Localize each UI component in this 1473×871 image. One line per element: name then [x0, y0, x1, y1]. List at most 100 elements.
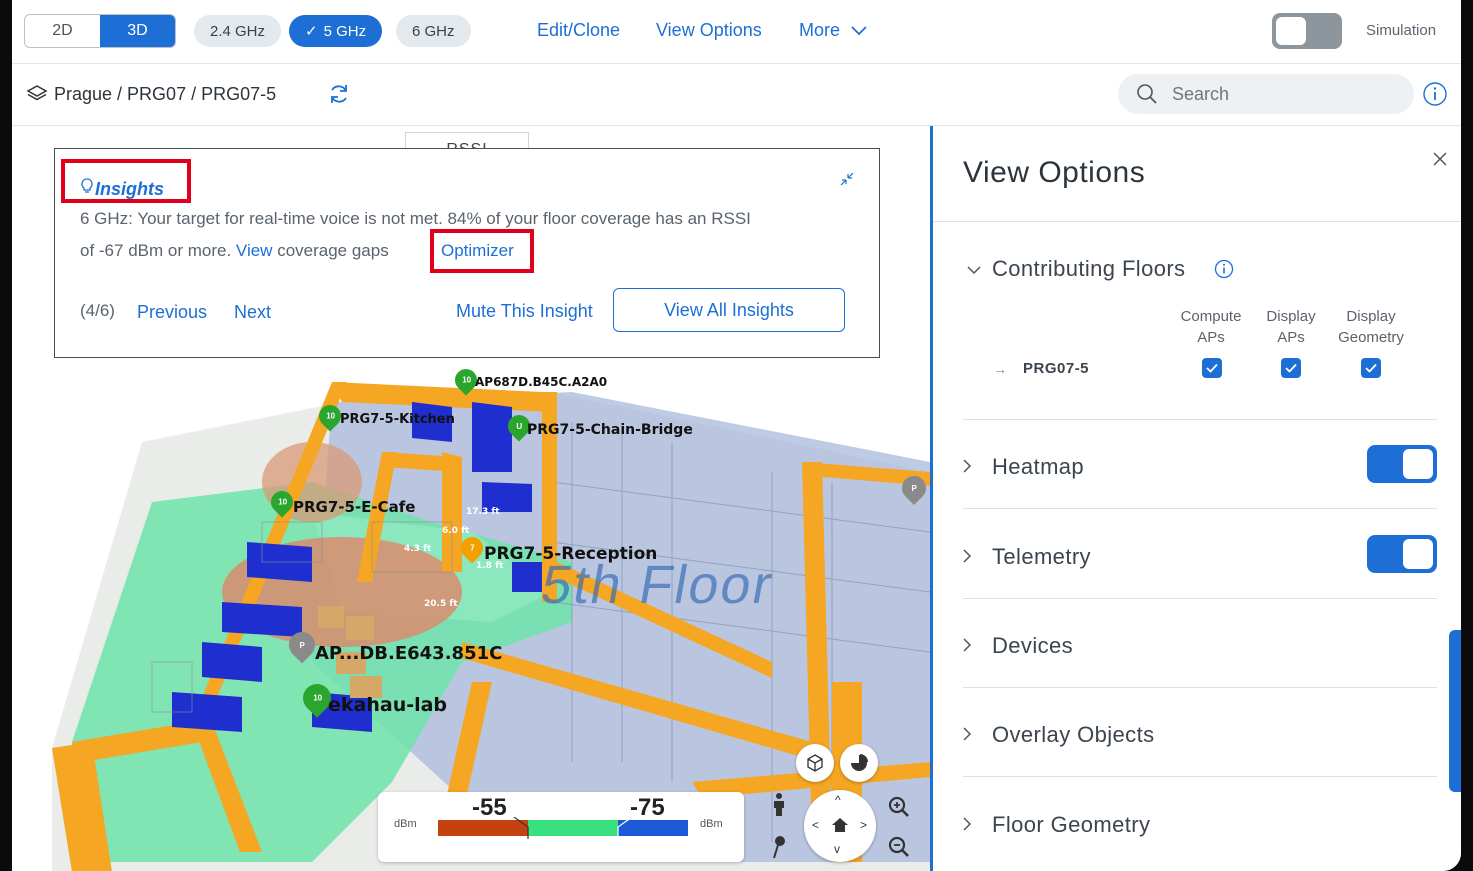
check-icon [1206, 363, 1218, 373]
chart-view-button[interactable] [840, 744, 878, 782]
zoom-in-icon [888, 796, 909, 817]
collapse-icon[interactable] [839, 171, 855, 187]
distance-label: 1.8 ft [476, 561, 504, 571]
chevron-down-icon[interactable] [967, 266, 981, 275]
arrow-icon: → [993, 361, 1007, 377]
insights-card: Insights 6 GHz: Your target for real-tim… [54, 148, 880, 358]
insight-message-line2: of -67 dBm or more. View coverage gaps [80, 241, 389, 261]
search-input[interactable]: Search [1118, 74, 1414, 114]
telemetry-toggle[interactable] [1367, 535, 1437, 573]
previous-insight-link[interactable]: Previous [137, 302, 207, 323]
legend-color-bar [438, 817, 688, 839]
chevron-right-icon [963, 459, 972, 473]
check-icon [1285, 363, 1297, 373]
breadcrumb-bar: Prague / PRG07 / PRG07-5 Search [12, 64, 1461, 126]
floor-geometry-section[interactable]: Floor Geometry [963, 777, 1437, 867]
view-mode-2d-button[interactable]: 2D [25, 15, 100, 47]
pin-icon [773, 836, 785, 859]
chevron-right-icon [963, 549, 972, 563]
heatmap-toggle[interactable] [1367, 445, 1437, 483]
bulb-icon [81, 178, 93, 193]
compute-aps-checkbox[interactable] [1202, 358, 1222, 378]
band-5-ghz-button[interactable]: ✓ 5 GHz [289, 15, 383, 47]
chevron-down-icon[interactable]: v [834, 842, 840, 856]
app-window: 2D 3D 2.4 GHz ✓ 5 GHz 6 GHz Edit/Clone V… [12, 0, 1461, 871]
edit-clone-link[interactable]: Edit/Clone [537, 20, 620, 41]
legend-unit-left: dBm [394, 818, 417, 830]
ap-label: AP...DB.E643.851C [315, 643, 503, 664]
refresh-icon[interactable] [327, 82, 351, 106]
divider [933, 221, 1461, 222]
pin-view-button[interactable] [760, 828, 798, 866]
top-toolbar: 2D 3D 2.4 GHz ✓ 5 GHz 6 GHz Edit/Clone V… [12, 0, 1461, 64]
ap-label: PRG7-5-Chain-Bridge [527, 422, 693, 438]
close-icon[interactable] [1433, 152, 1447, 166]
breadcrumb[interactable]: Prague / PRG07 / PRG07-5 [54, 84, 276, 105]
ap-badge: 7 [469, 543, 475, 553]
devices-section[interactable]: Devices [963, 598, 1437, 688]
info-icon[interactable] [1214, 259, 1234, 279]
more-menu-label: More [799, 20, 841, 40]
band-2-4-ghz-button[interactable]: 2.4 GHz [194, 15, 282, 47]
chevron-right-icon [963, 817, 972, 831]
view-mode-toggle: 2D 3D [24, 14, 176, 48]
zoom-in-button[interactable] [880, 788, 918, 826]
toggle-knob [1403, 539, 1433, 569]
ap-badge: P [299, 640, 305, 650]
column-header: Display APs [1266, 308, 1316, 346]
contributing-floors-title[interactable]: Contributing Floors [992, 256, 1185, 282]
ap-badge: U [516, 421, 522, 431]
mute-insight-link[interactable]: Mute This Insight [456, 301, 593, 322]
zoom-out-icon [888, 836, 909, 857]
ap-badge: 10 [325, 411, 335, 421]
display-aps-checkbox[interactable] [1281, 358, 1301, 378]
toggle-knob [1276, 17, 1306, 45]
view-all-insights-button[interactable]: View All Insights [613, 288, 845, 332]
section-label: Devices [992, 633, 1074, 658]
search-placeholder: Search [1172, 84, 1230, 104]
distance-label: 6.0 ft [442, 526, 470, 536]
check-icon: ✓ [305, 23, 318, 40]
section-label: Telemetry [992, 544, 1091, 569]
ap-label: PRG7-5-Reception [484, 544, 658, 564]
info-icon[interactable] [1422, 81, 1448, 107]
band-6-ghz-button[interactable]: 6 GHz [396, 15, 471, 47]
chevron-right-icon [963, 638, 972, 652]
legend-unit-right: dBm [700, 818, 723, 830]
ap-label: PRG7-5-Kitchen [340, 412, 455, 427]
column-header: Compute APs [1180, 308, 1242, 346]
ap-badge: 10 [461, 375, 471, 385]
insights-title: Insights [95, 179, 165, 199]
navigation-control[interactable]: ^ < > v [804, 790, 876, 862]
heatmap-section[interactable]: Heatmap [963, 419, 1437, 509]
chevron-left-icon[interactable]: < [812, 818, 819, 832]
contributing-floors-section: Contributing Floors Compute APs Display … [963, 244, 1437, 420]
person-view-button[interactable] [760, 786, 798, 824]
view-coverage-link[interactable]: View [236, 241, 273, 260]
check-icon [1365, 363, 1377, 373]
ap-badge: 10 [277, 497, 287, 507]
toggle-knob [1403, 449, 1433, 479]
column-header: Display Geometry [1338, 308, 1404, 346]
cube-view-button[interactable] [796, 744, 834, 782]
next-insight-link[interactable]: Next [234, 302, 271, 323]
chevron-up-icon[interactable]: ^ [835, 793, 841, 807]
zoom-out-button[interactable] [880, 828, 918, 866]
home-icon[interactable] [831, 817, 849, 833]
optimizer-link[interactable]: Optimizer [441, 241, 514, 261]
section-label: Floor Geometry [992, 812, 1151, 837]
more-menu[interactable]: More [799, 20, 867, 41]
ap-label: ekahau-lab [328, 694, 448, 716]
rssi-legend: dBm -55 -75 dBm [378, 792, 744, 862]
display-geometry-checkbox[interactable] [1361, 358, 1381, 378]
view-mode-3d-button[interactable]: 3D [100, 15, 175, 47]
simulation-toggle[interactable] [1272, 13, 1342, 49]
floor-map[interactable]: RSSI [12, 126, 930, 871]
panel-scrollbar[interactable] [1449, 630, 1461, 792]
chevron-right-icon[interactable]: > [860, 818, 867, 832]
chevron-down-icon [851, 26, 867, 36]
view-options-link[interactable]: View Options [656, 20, 762, 41]
ap-label: AP687D.B45C.A2A0 [475, 375, 608, 389]
telemetry-section[interactable]: Telemetry [963, 509, 1437, 599]
overlay-objects-section[interactable]: Overlay Objects [963, 687, 1437, 777]
